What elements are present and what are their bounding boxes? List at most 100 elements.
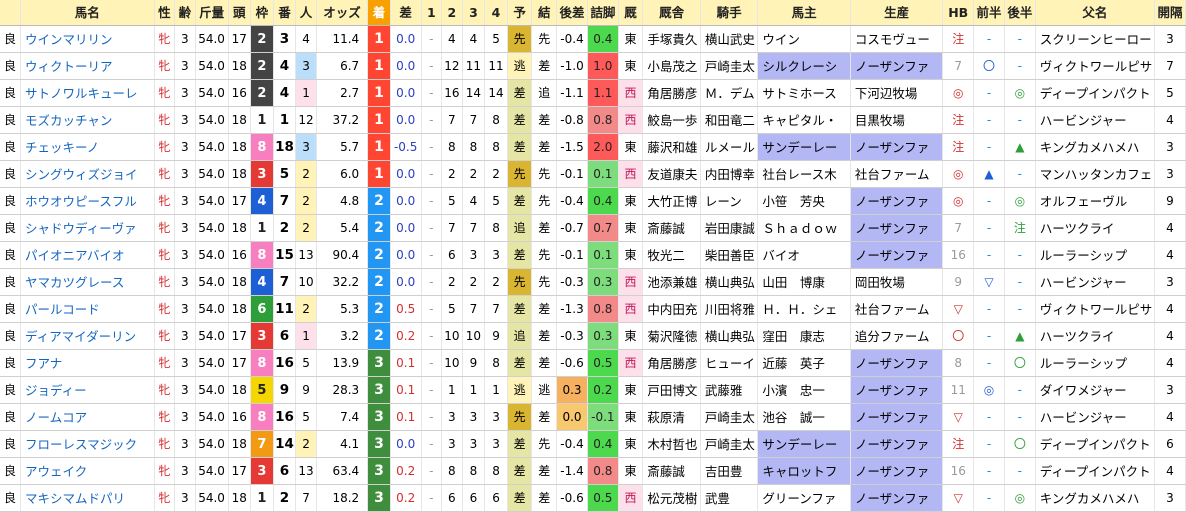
sire-name[interactable]: ルーラーシップ xyxy=(1035,349,1155,377)
header-age[interactable]: 齢 xyxy=(174,0,196,26)
trainer[interactable]: 斎藤誠 xyxy=(642,214,701,242)
header-chaku[interactable]: 着 xyxy=(367,0,391,26)
owner[interactable]: 近藤 英子 xyxy=(757,349,851,377)
trainer[interactable]: 藤沢和雄 xyxy=(642,133,701,161)
horse-name-link[interactable]: モズカッチャン xyxy=(25,113,112,128)
trainer[interactable]: 角居勝彦 xyxy=(642,79,701,107)
horse-name-link[interactable]: ヤマカツグレース xyxy=(25,275,124,290)
table-row[interactable]: 良ジョディー牝 3 54.0 18 5 9 9 28.3 3 0.1-1 1 1 逃逃 0.3 0.2 東戸田… xyxy=(0,376,1186,404)
header-yo[interactable]: 予 xyxy=(507,0,533,26)
jockey[interactable]: 内田博幸 xyxy=(700,160,759,188)
trainer[interactable]: 大竹正博 xyxy=(642,187,701,215)
header-ry[interactable]: 厩 xyxy=(618,0,644,26)
header-c1[interactable]: 1 xyxy=(421,0,443,26)
horse-name-link[interactable]: ホウオウピースフル xyxy=(25,194,137,209)
trainer[interactable]: 中内田充 xyxy=(642,295,701,323)
sire-name[interactable]: ハービンジャー xyxy=(1035,403,1155,431)
owner[interactable]: シルクレーシ xyxy=(757,52,851,80)
horse-name-link[interactable]: チェッキーノ xyxy=(25,140,99,155)
header-father[interactable]: 父名 xyxy=(1035,0,1155,26)
trainer[interactable]: 萩原清 xyxy=(642,403,701,431)
jockey[interactable]: 和田竜二 xyxy=(700,106,759,134)
jockey[interactable]: 岩田康誠 xyxy=(700,214,759,242)
sire-name[interactable]: ディープインパクト xyxy=(1035,430,1155,458)
header-prod[interactable]: 生産 xyxy=(850,0,944,26)
header-kou[interactable]: 後半 xyxy=(1004,0,1036,26)
table-row[interactable]: 良マキシマムドパリ牝 3 54.0 18 1 2 7 18.2 3 0.2-6 6 6 差差 -0.6 0.… xyxy=(0,484,1186,512)
breeder[interactable]: ノーザンファ xyxy=(850,376,944,404)
trainer[interactable]: 牧光二 xyxy=(642,241,701,269)
breeder[interactable]: ノーザンファ xyxy=(850,403,944,431)
breeder[interactable]: コスモヴュー xyxy=(850,25,944,53)
sire-name[interactable]: ディープインパクト xyxy=(1035,79,1155,107)
header-zen[interactable]: 前半 xyxy=(973,0,1005,26)
header-kankaku[interactable]: 開隔 xyxy=(1154,0,1186,26)
table-row[interactable]: 良ウィクトーリア牝 3 54.0 18 2 4 3 6.7 1 0.0-12 11 11 逃差 -1.0 1… xyxy=(0,52,1186,80)
sire-name[interactable]: ハーツクライ xyxy=(1035,214,1155,242)
jockey[interactable]: 武藤雅 xyxy=(700,376,759,404)
trainer[interactable]: 角居勝彦 xyxy=(642,349,701,377)
owner[interactable]: 小濱 忠一 xyxy=(757,376,851,404)
header-tou[interactable]: 頭 xyxy=(228,0,252,26)
horse-name-link[interactable]: フローレスマジック xyxy=(25,437,137,452)
horse-name-link[interactable]: パールコード xyxy=(25,302,100,317)
jockey[interactable]: Ｍ．デム xyxy=(700,79,759,107)
jockey[interactable]: 川田将雅 xyxy=(700,295,759,323)
horse-name-link[interactable]: ジョディー xyxy=(25,383,87,398)
header-name[interactable]: 馬名 xyxy=(20,0,155,26)
breeder[interactable]: ノーザンファ xyxy=(850,430,944,458)
sire-name[interactable]: キングカメハメハ xyxy=(1035,484,1155,512)
trainer[interactable]: 手塚貴久 xyxy=(642,25,701,53)
horse-name-link[interactable]: アウェイク xyxy=(25,464,87,479)
trainer[interactable]: 鮫島一歩 xyxy=(642,106,701,134)
horse-name-link[interactable]: マキシマムドパリ xyxy=(25,491,125,506)
jockey[interactable]: ルメール xyxy=(700,133,759,161)
trainer[interactable]: 菊沢隆徳 xyxy=(642,322,701,350)
table-row[interactable]: 良ノームコア牝 3 54.0 16 8 16 5 7.4 3 0.1-3 3 3 先差 0.0 -0.1 東萩… xyxy=(0,403,1186,431)
header-ban[interactable]: 番 xyxy=(273,0,297,26)
jockey[interactable]: ヒューイ xyxy=(700,349,759,377)
table-row[interactable]: 良シングウィズジョイ牝 3 54.0 18 3 5 2 6.0 1 0.0-2 2 2 先先 -0.1 0.… xyxy=(0,160,1186,188)
horse-name-link[interactable]: ウィクトーリア xyxy=(25,59,113,74)
jockey[interactable]: 横山典弘 xyxy=(700,268,759,296)
table-row[interactable]: 良フローレスマジック牝 3 54.0 18 7 14 2 4.1 3 0.0-3 3 3 差先 -0.4 0… xyxy=(0,430,1186,458)
table-row[interactable]: 良ウインマリリン牝 3 54.0 17 2 3 4 11.4 1 0.0-4 4 5 先先 -0.4 0.4… xyxy=(0,25,1186,53)
sire-name[interactable]: ハービンジャー xyxy=(1035,106,1155,134)
owner[interactable]: 小笹 芳央 xyxy=(757,187,851,215)
breeder[interactable]: ノーザンファ xyxy=(850,214,944,242)
jockey[interactable]: 横山武史 xyxy=(700,25,759,53)
trainer[interactable]: 戸田博文 xyxy=(642,376,701,404)
table-row[interactable]: 良ヤマカツグレース牝 3 54.0 18 4 7 10 32.2 2 0.0-2 2 2 先先 -0.3 0… xyxy=(0,268,1186,296)
sire-name[interactable]: ルーラーシップ xyxy=(1035,241,1155,269)
owner[interactable]: ウイン xyxy=(757,25,851,53)
trainer[interactable]: 松元茂樹 xyxy=(642,484,701,512)
jockey[interactable]: 柴田善臣 xyxy=(700,241,759,269)
table-row[interactable]: 良フアナ牝 3 54.0 17 8 16 5 13.9 3 0.1-10 9 8 差差 -0.6 0.5 西角… xyxy=(0,349,1186,377)
breeder[interactable]: ノーザンファ xyxy=(850,52,944,80)
horse-name-link[interactable]: パイオニアバイオ xyxy=(25,248,125,263)
owner[interactable]: キャロットフ xyxy=(757,457,851,485)
header-waku[interactable]: 枠 xyxy=(250,0,274,26)
header-tsume[interactable]: 詰脚 xyxy=(587,0,619,26)
breeder[interactable]: 社台ファーム xyxy=(850,160,944,188)
table-row[interactable]: 良チェッキーノ牝 3 54.0 18 8 18 3 5.7 1 -0.5-8 8 8 差差 -1.5 2.0… xyxy=(0,133,1186,161)
trainer[interactable]: 斎藤誠 xyxy=(642,457,701,485)
sire-name[interactable]: オルフェーヴル xyxy=(1035,187,1155,215)
header-c4[interactable]: 4 xyxy=(484,0,508,26)
header-sa[interactable]: 差 xyxy=(390,0,422,26)
horse-name-link[interactable]: シングウィズジョイ xyxy=(25,167,138,182)
owner[interactable]: バイオ xyxy=(757,241,851,269)
trainer[interactable]: 小島茂之 xyxy=(642,52,701,80)
owner[interactable]: サンデーレー xyxy=(757,430,851,458)
owner[interactable]: 池谷 誠一 xyxy=(757,403,851,431)
header-jockey[interactable]: 騎手 xyxy=(700,0,759,26)
table-row[interactable]: 良モズカッチャン牝 3 54.0 18 1 1 12 37.2 1 0.0-7 7 8 差差 -0.8 0.… xyxy=(0,106,1186,134)
jockey[interactable]: 戸崎圭太 xyxy=(700,403,759,431)
horse-name-link[interactable]: ノームコア xyxy=(25,410,87,425)
sire-name[interactable]: スクリーンヒーロー xyxy=(1035,25,1155,53)
trainer[interactable]: 木村哲也 xyxy=(642,430,701,458)
header-hb[interactable]: HB xyxy=(942,0,975,26)
sire-name[interactable]: キングカメハメハ xyxy=(1035,133,1155,161)
table-row[interactable]: 良パールコード牝 3 54.0 18 6 11 2 5.3 2 0.5-5 7 7 差差 -1.3 0.8 西… xyxy=(0,295,1186,323)
jockey[interactable]: 戸崎圭太 xyxy=(700,52,759,80)
